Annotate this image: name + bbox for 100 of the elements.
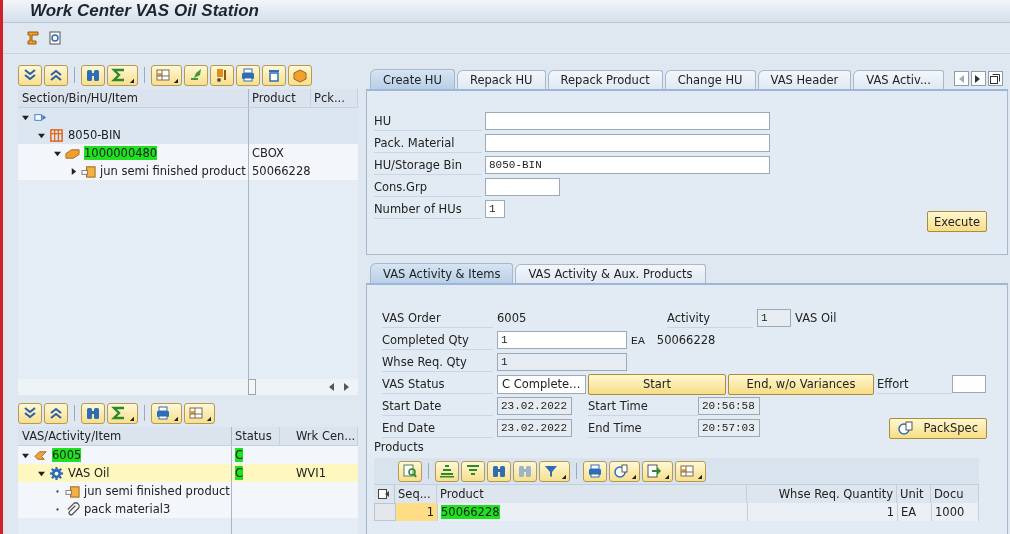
toolbar-button[interactable]	[262, 64, 286, 86]
expanded-arrow-icon[interactable]	[22, 451, 29, 459]
grid-icon	[188, 405, 204, 421]
tree-row[interactable]: VAS Oil C WVI1	[18, 464, 358, 482]
input-field[interactable]	[485, 134, 770, 152]
toolbar-button[interactable]	[18, 402, 42, 424]
input-field[interactable]	[485, 112, 770, 130]
tree-node-label: 8050-BIN	[68, 128, 121, 142]
column-header[interactable]: Pck...	[311, 89, 358, 107]
tree-cell: C	[235, 466, 244, 480]
toolbar-button[interactable]	[81, 64, 105, 86]
toolbar-button[interactable]	[44, 64, 68, 86]
expanded-arrow-icon[interactable]	[38, 469, 45, 477]
toolbar-button[interactable]	[288, 64, 312, 86]
toolbar-button[interactable]	[81, 402, 105, 424]
tree-row[interactable]: 1000000480 CBOX	[18, 144, 358, 162]
tab-scroll-right-button[interactable]	[970, 71, 986, 86]
tab[interactable]: Repack Product	[547, 70, 663, 89]
toolbar-button[interactable]	[236, 64, 260, 86]
menu-button[interactable]	[151, 64, 182, 86]
field-label: Number of HUs	[374, 199, 482, 219]
column-header[interactable]: Product	[249, 89, 311, 107]
tree-cell: 50066228	[252, 164, 311, 178]
status-dropdown[interactable]: C Complete…	[497, 374, 586, 394]
toolbar-button[interactable]	[435, 460, 459, 482]
tree-row[interactable]: jun semi finished product	[18, 482, 358, 500]
tree-node-label: VAS Oil	[68, 466, 110, 480]
field-label: VAS Status	[382, 374, 493, 394]
tab[interactable]: Create HU	[370, 69, 455, 89]
gear-icon	[49, 465, 64, 481]
tree-row[interactable]: pack material3	[18, 500, 358, 518]
tree-cell: WVI1	[296, 466, 326, 480]
column-header[interactable]: Wrk Cen...	[280, 427, 358, 445]
menu-button[interactable]	[184, 402, 215, 424]
dropdown-caret-icon	[129, 415, 134, 421]
toolbar-button[interactable]	[18, 64, 42, 86]
table-cell: 1	[748, 503, 898, 521]
packspec-button[interactable]: PackSpec	[888, 417, 987, 439]
tab-list-button[interactable]	[987, 71, 1003, 86]
collapsed-arrow-icon[interactable]	[70, 167, 77, 175]
toolbar-button[interactable]	[184, 64, 208, 86]
tab[interactable]: VAS Activ...	[853, 70, 944, 89]
dropdown-caret-icon	[631, 473, 636, 479]
dropdown-caret-icon	[173, 77, 178, 83]
menu-button[interactable]	[539, 460, 570, 482]
input-field[interactable]: 8050-BIN	[485, 156, 770, 174]
tab[interactable]: VAS Activity & Items	[370, 263, 514, 283]
field-label: HU/Storage Bin	[374, 155, 482, 175]
field-label: Start Date	[382, 396, 493, 416]
column-header[interactable]: VAS/Activity/Item	[18, 427, 232, 445]
sigma-icon	[111, 67, 127, 83]
input-field[interactable]: 1	[485, 200, 505, 218]
table-cell: EA	[898, 503, 932, 521]
input-field[interactable]	[485, 178, 560, 196]
expanded-arrow-icon[interactable]	[22, 113, 29, 121]
menu-button[interactable]	[642, 460, 673, 482]
scrollbar-thumb[interactable]	[248, 379, 256, 395]
column-header[interactable]: Status	[232, 427, 280, 445]
start-button[interactable]: Start	[588, 373, 726, 395]
binoculars-icon	[517, 463, 533, 479]
tab[interactable]: VAS Header	[757, 70, 852, 89]
tab[interactable]: Change HU	[664, 70, 756, 89]
input-field[interactable]: 1	[497, 331, 627, 349]
magnifier-icon	[402, 463, 418, 479]
toolbar-button[interactable]	[461, 460, 485, 482]
tree-row[interactable]: 8050-BIN	[18, 126, 358, 144]
menu-button[interactable]	[675, 460, 706, 482]
export-icon	[646, 463, 662, 479]
scroll-right-icon[interactable]	[344, 383, 350, 391]
toolbar-button[interactable]	[44, 402, 68, 424]
table-cell: 1	[396, 503, 438, 521]
menu-button[interactable]	[107, 64, 138, 86]
toolbar-button[interactable]	[398, 460, 422, 482]
toolbar-button[interactable]	[583, 460, 607, 482]
column-header[interactable]: Section/Bin/HU/Item	[18, 89, 249, 107]
tab[interactable]: VAS Activity & Aux. Products	[515, 264, 706, 283]
tree-row[interactable]: jun semi finished product 50066228	[18, 162, 358, 180]
filter-icon	[543, 463, 559, 479]
end-button[interactable]: End, w/o Variances	[728, 373, 874, 395]
dropdown-caret-icon	[129, 77, 134, 83]
expanded-arrow-icon[interactable]	[38, 131, 45, 139]
field-label: Whse Req. Qty	[382, 352, 493, 372]
tree-node-label: 6005	[52, 448, 82, 462]
field-value: 6005	[497, 311, 528, 325]
execute-button[interactable]: Execute	[927, 211, 987, 232]
menu-button[interactable]	[609, 460, 640, 482]
menu-button[interactable]	[107, 402, 138, 424]
input-field[interactable]	[952, 375, 986, 393]
toolbar-button[interactable]	[513, 460, 537, 482]
scroll-left-icon[interactable]	[328, 383, 334, 391]
toolbar-button[interactable]	[487, 460, 511, 482]
windows-icon	[990, 73, 1001, 84]
tree-row[interactable]: 6005 C	[18, 446, 358, 464]
field-label: End Date	[382, 418, 493, 438]
toolbar-button[interactable]	[210, 64, 234, 86]
expanded-arrow-icon[interactable]	[54, 149, 61, 157]
printer-icon	[155, 405, 171, 421]
tab[interactable]: Repack HU	[456, 70, 546, 89]
menu-button[interactable]	[151, 402, 182, 424]
field-value: VAS Oil	[795, 311, 837, 325]
